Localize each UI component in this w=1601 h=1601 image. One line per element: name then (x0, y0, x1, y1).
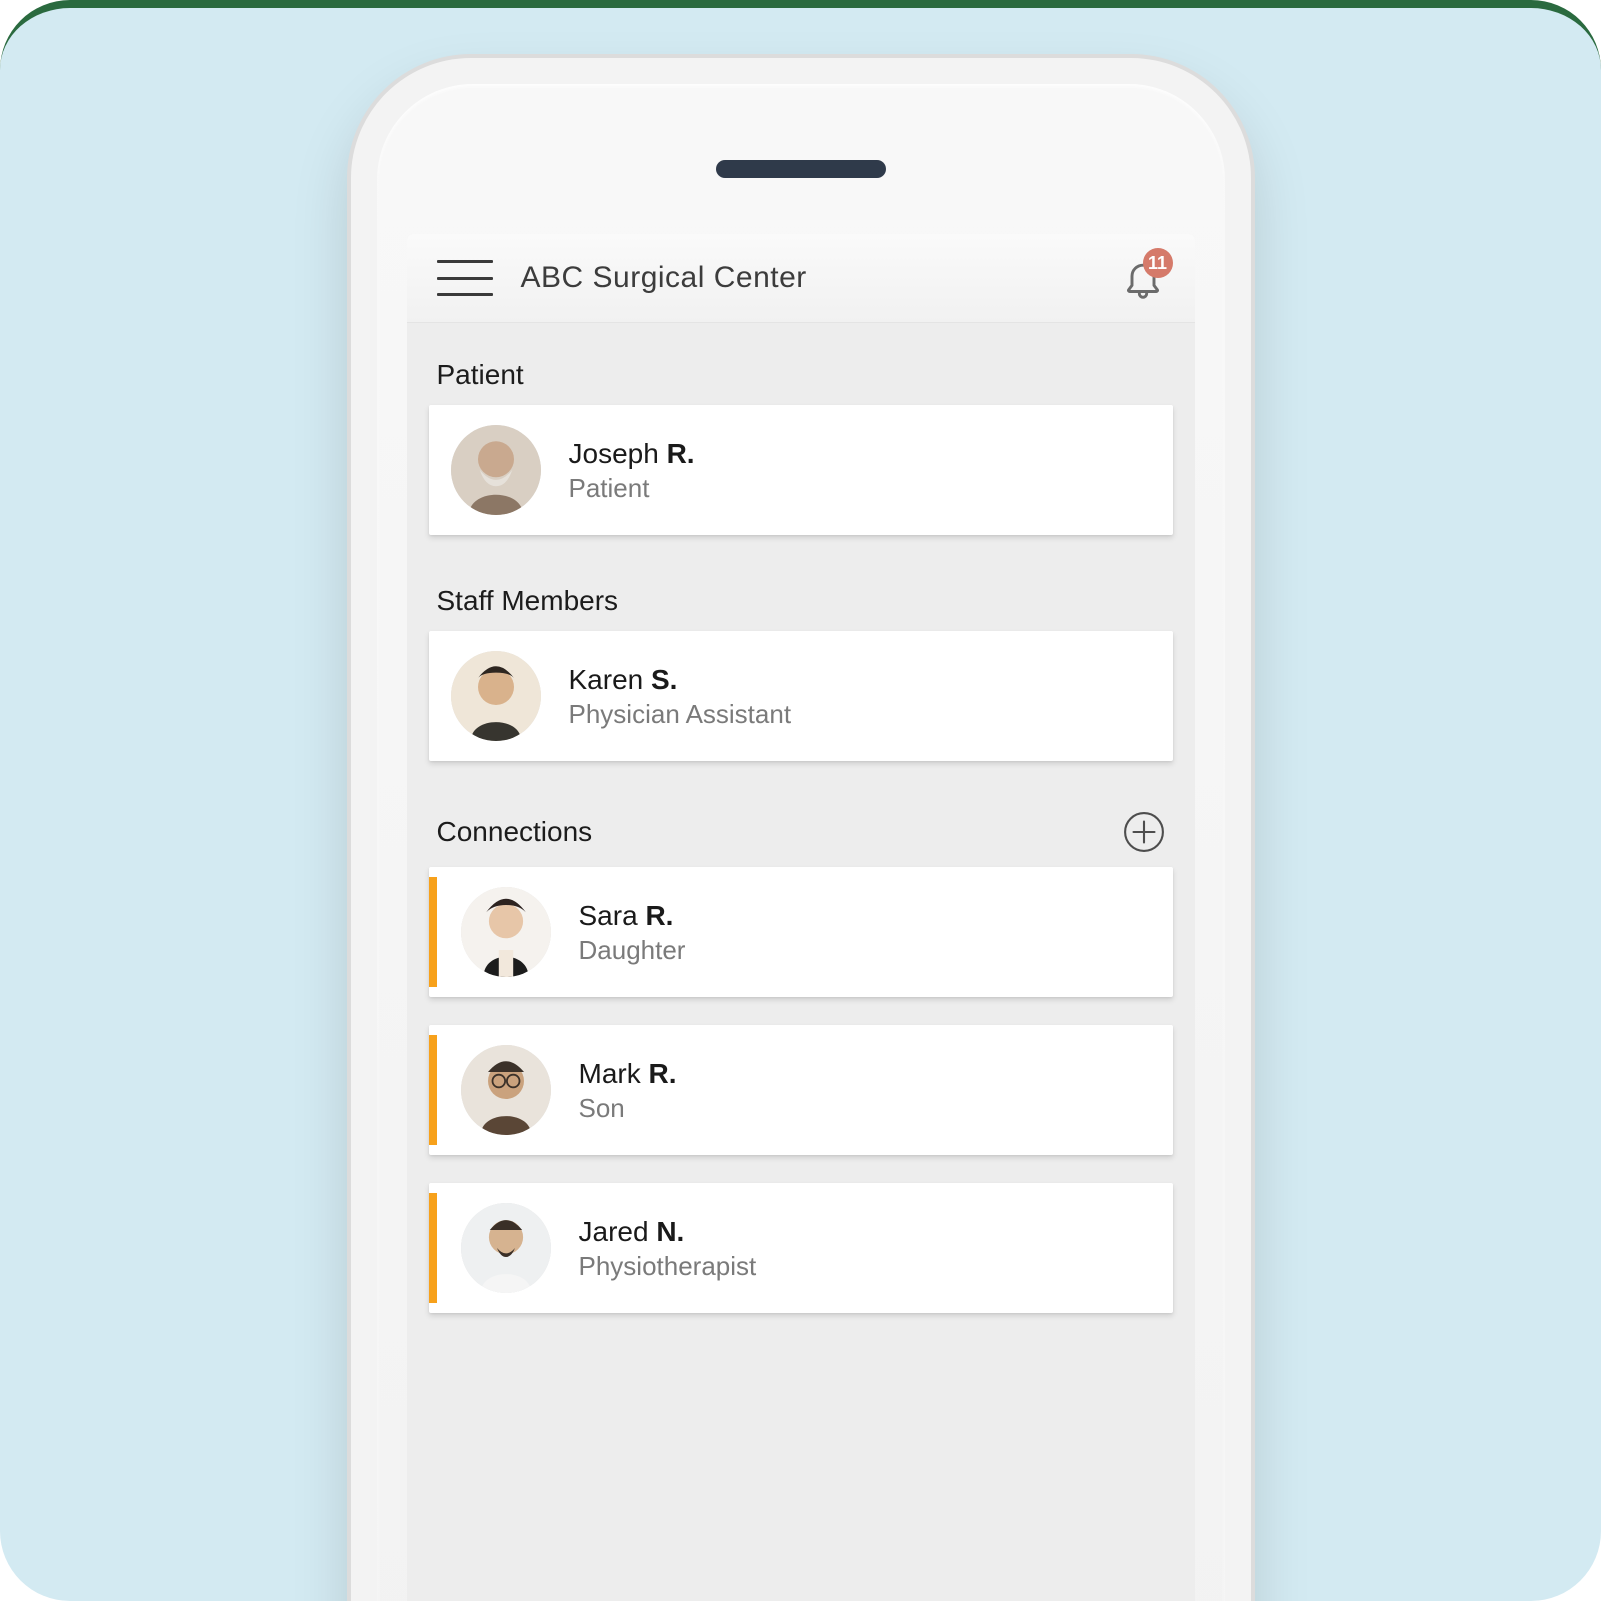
add-connection-button[interactable] (1123, 811, 1165, 853)
avatar (451, 651, 541, 741)
avatar (461, 887, 551, 977)
phone-speaker (716, 160, 886, 178)
connection-card[interactable]: Mark R. Son (429, 1025, 1173, 1155)
staff-card[interactable]: Karen S. Physician Assistant (429, 631, 1173, 761)
section-title: Patient (437, 359, 524, 391)
section-header-connections: Connections (429, 789, 1173, 867)
person-role: Physician Assistant (569, 699, 792, 730)
notification-badge: 11 (1143, 248, 1173, 278)
person-role: Patient (569, 473, 695, 504)
section-title: Staff Members (437, 585, 619, 617)
person-role: Physiotherapist (579, 1251, 757, 1282)
stage: ABC Surgical Center 11 Patient (0, 0, 1601, 1601)
plus-circle-icon (1123, 811, 1165, 853)
section-header-patient: Patient (429, 337, 1173, 405)
content-area: Patient Jo (407, 323, 1195, 1313)
connection-card[interactable]: Jared N. Physiotherapist (429, 1183, 1173, 1313)
app-title: ABC Surgical Center (521, 261, 807, 295)
connection-card[interactable]: Sara R. Daughter (429, 867, 1173, 997)
patient-card[interactable]: Joseph R. Patient (429, 405, 1173, 535)
notifications-button[interactable]: 11 (1121, 256, 1165, 300)
person-info: Jared N. Physiotherapist (579, 1214, 757, 1282)
phone-frame: ABC Surgical Center 11 Patient (351, 58, 1251, 1601)
person-info: Sara R. Daughter (579, 898, 686, 966)
person-name: Sara R. (579, 898, 686, 933)
avatar (461, 1045, 551, 1135)
section-title: Connections (437, 816, 593, 848)
phone-body: ABC Surgical Center 11 Patient (377, 84, 1225, 1601)
person-name: Mark R. (579, 1056, 677, 1091)
hamburger-icon[interactable] (437, 260, 493, 296)
section-header-staff: Staff Members (429, 563, 1173, 631)
avatar (451, 425, 541, 515)
avatar (461, 1203, 551, 1293)
app-screen: ABC Surgical Center 11 Patient (407, 234, 1195, 1601)
person-info: Mark R. Son (579, 1056, 677, 1124)
person-info: Joseph R. Patient (569, 436, 695, 504)
person-role: Son (579, 1093, 677, 1124)
person-role: Daughter (579, 935, 686, 966)
person-info: Karen S. Physician Assistant (569, 662, 792, 730)
person-name: Joseph R. (569, 436, 695, 471)
person-name: Karen S. (569, 662, 792, 697)
app-header: ABC Surgical Center 11 (407, 234, 1195, 323)
person-name: Jared N. (579, 1214, 757, 1249)
